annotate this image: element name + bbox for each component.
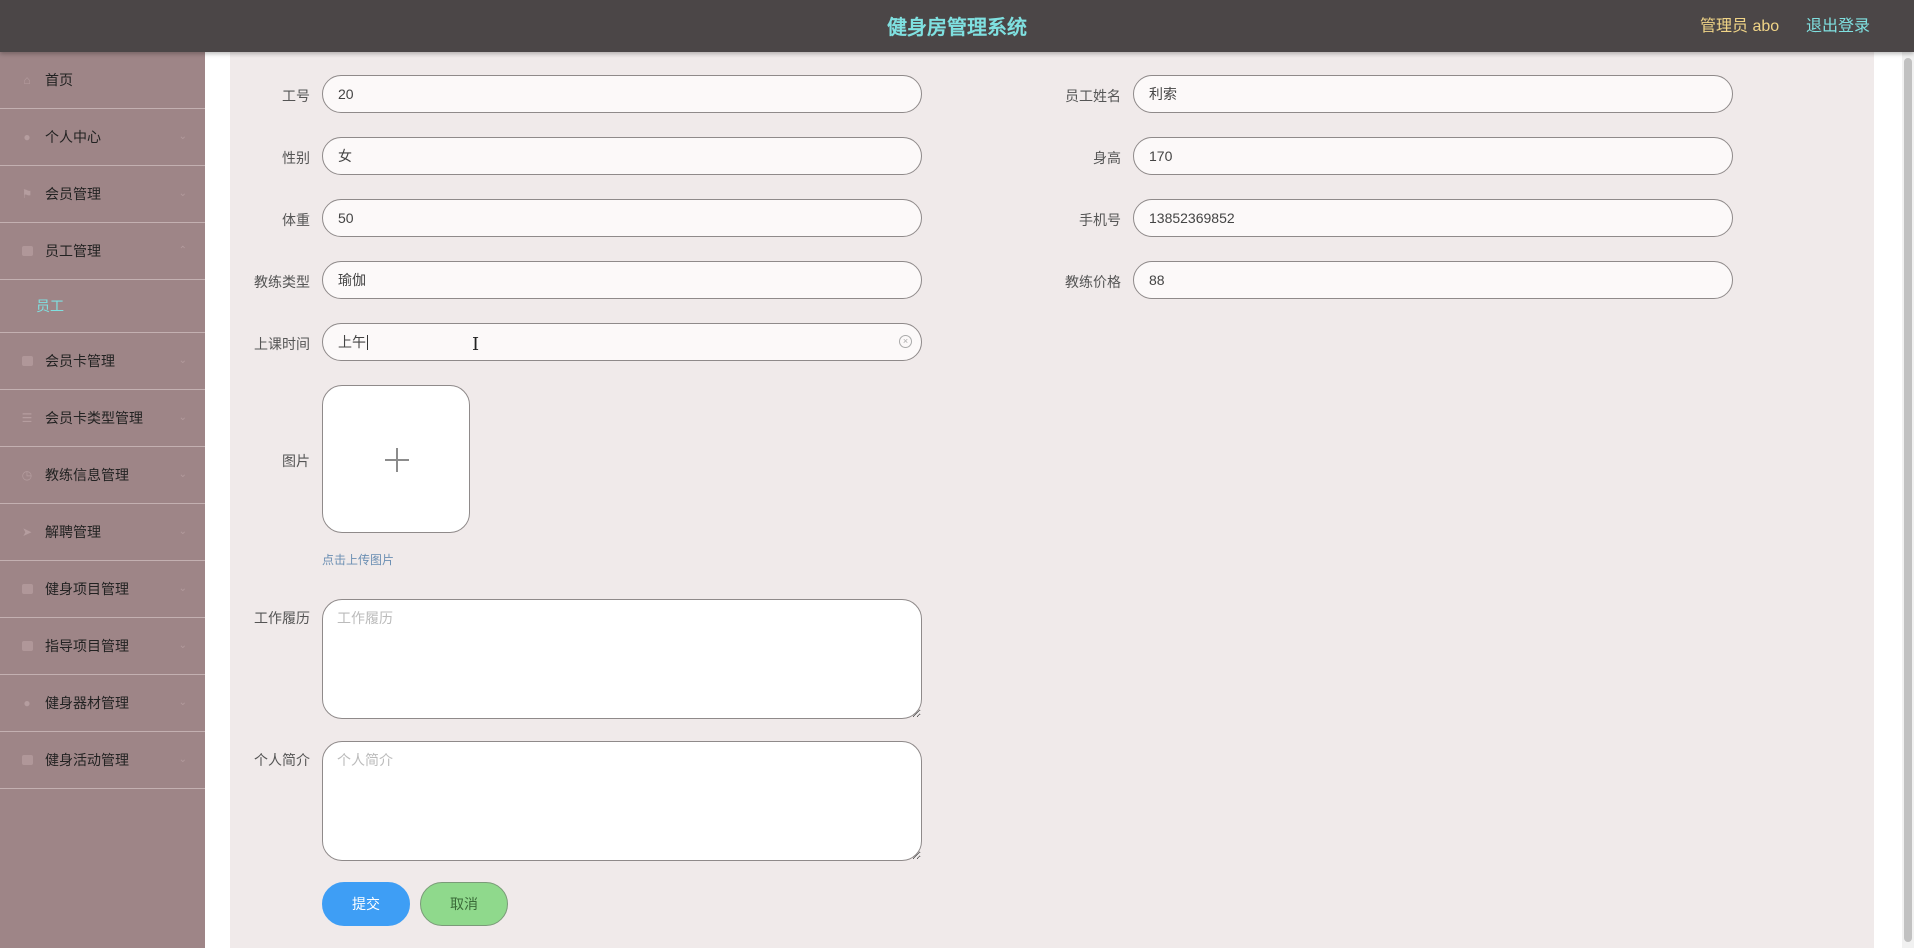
- sidebar-item-label: 首页: [45, 72, 73, 88]
- user-icon: ●: [23, 130, 31, 144]
- height-value: 170: [1149, 148, 1173, 164]
- submit-button[interactable]: 提交: [322, 882, 410, 926]
- coach-type-input[interactable]: 瑜伽: [322, 261, 922, 299]
- gender-value: 女: [338, 148, 352, 164]
- height-label: 身高: [1093, 150, 1121, 166]
- employee-id-label: 工号: [282, 88, 310, 104]
- coach-price-value: 88: [1149, 272, 1165, 288]
- employee-name-label: 员工姓名: [1065, 88, 1121, 104]
- coach-price-label: 教练价格: [1065, 274, 1121, 290]
- work-history-textarea[interactable]: [322, 599, 922, 719]
- chevron-down-icon: ⌄: [178, 583, 187, 594]
- sidebar-item-profile[interactable]: ● 个人中心 ⌄: [0, 109, 205, 166]
- employee-id-value: 20: [338, 86, 354, 102]
- home-icon: ⌂: [23, 73, 31, 87]
- picture-icon: [20, 582, 34, 596]
- coach-type-value: 瑜伽: [338, 272, 366, 288]
- weight-input[interactable]: 50: [322, 199, 922, 237]
- chevron-down-icon: ⌄: [178, 526, 187, 537]
- work-history-label: 工作履历: [254, 610, 310, 626]
- page-scrollbar[interactable]: [1902, 52, 1914, 948]
- employee-id-input[interactable]: 20: [322, 75, 922, 113]
- clock-icon: ◷: [21, 468, 33, 482]
- cancel-button[interactable]: 取消: [420, 882, 508, 926]
- top-bar: 健身房管理系统 管理员 abo 退出登录: [0, 0, 1914, 52]
- coach-type-label: 教练类型: [254, 274, 310, 290]
- employee-name-input[interactable]: 利索: [1133, 75, 1733, 113]
- sidebar-item-label: 健身项目管理: [45, 581, 129, 597]
- sidebar-item-members[interactable]: ⚑ 会员管理 ⌄: [0, 166, 205, 223]
- sidebar-item-label: 个人中心: [45, 129, 101, 145]
- sidebar-item-label: 会员卡管理: [45, 353, 115, 369]
- weight-label: 体重: [282, 212, 310, 228]
- employee-name-value: 利索: [1149, 86, 1177, 102]
- clear-icon[interactable]: ×: [899, 335, 912, 348]
- chevron-down-icon: ⌄: [178, 640, 187, 651]
- sidebar-item-label: 会员卡类型管理: [45, 410, 143, 426]
- personal-intro-textarea[interactable]: [322, 741, 922, 861]
- text-cursor-icon: I: [472, 334, 480, 355]
- chevron-down-icon: ⌄: [178, 754, 187, 765]
- flag-icon: ⚑: [21, 187, 33, 201]
- upload-hint: 点击上传图片: [322, 553, 395, 567]
- class-time-input[interactable]: 上午 ×: [322, 323, 922, 361]
- personal-intro-label: 个人简介: [254, 752, 310, 768]
- sidebar-item-card-types[interactable]: ☰ 会员卡类型管理 ⌄: [0, 390, 205, 447]
- sidebar-item-staff[interactable]: 员工管理 ⌃: [0, 223, 205, 280]
- weight-value: 50: [338, 210, 354, 226]
- text-caret: [367, 334, 368, 350]
- admin-user: 管理员 abo: [1700, 18, 1780, 35]
- sidebar-item-label: 教练信息管理: [45, 467, 129, 483]
- sidebar-item-label: 会员管理: [45, 186, 101, 202]
- sidebar-item-equipment[interactable]: ● 健身器材管理 ⌄: [0, 675, 205, 732]
- sidebar-item-label: 员工管理: [45, 243, 101, 259]
- sidebar-item-member-cards[interactable]: 会员卡管理 ⌄: [0, 333, 205, 390]
- sidebar-item-label: 解聘管理: [45, 524, 101, 540]
- sidebar-item-label: 健身活动管理: [45, 752, 129, 768]
- send-icon: ➤: [21, 525, 33, 539]
- sidebar-item-coaches[interactable]: ◷ 教练信息管理 ⌄: [0, 447, 205, 504]
- card-icon: [20, 354, 34, 368]
- phone-label: 手机号: [1079, 212, 1121, 228]
- class-time-label: 上课时间: [254, 336, 310, 352]
- logout-link[interactable]: 退出登录: [1806, 12, 1870, 36]
- sidebar: ⌂ 首页 ● 个人中心 ⌄ ⚑ 会员管理 ⌄ 员工管理 ⌃ 员工 会员卡管理 ⌄…: [0, 52, 205, 948]
- chevron-down-icon: ⌄: [178, 131, 187, 142]
- person-icon: ●: [23, 696, 31, 710]
- list-icon: ☰: [21, 411, 33, 425]
- sidebar-subitem-staff[interactable]: 员工: [0, 280, 205, 333]
- chat-icon: [20, 244, 34, 258]
- gender-label: 性别: [282, 150, 310, 166]
- sidebar-item-activities[interactable]: 健身活动管理 ⌄: [0, 732, 205, 789]
- image-upload-area[interactable]: [322, 385, 470, 533]
- phone-value: 13852369852: [1149, 210, 1235, 226]
- sidebar-item-dismissal[interactable]: ➤ 解聘管理 ⌄: [0, 504, 205, 561]
- chevron-down-icon: ⌄: [178, 188, 187, 199]
- folder-icon: [20, 753, 34, 767]
- sidebar-subitem-label: 员工: [36, 298, 64, 314]
- phone-input[interactable]: 13852369852: [1133, 199, 1733, 237]
- image-label: 图片: [282, 453, 310, 469]
- sidebar-item-label: 指导项目管理: [45, 638, 129, 654]
- chevron-down-icon: ⌄: [178, 355, 187, 366]
- chevron-down-icon: ⌄: [178, 469, 187, 480]
- coach-price-input[interactable]: 88: [1133, 261, 1733, 299]
- scrollbar-thumb[interactable]: [1904, 58, 1912, 942]
- book-icon: [20, 639, 34, 653]
- app-title: 健身房管理系统: [887, 17, 1027, 39]
- chevron-up-icon: ⌃: [178, 245, 187, 256]
- chevron-down-icon: ⌄: [178, 412, 187, 423]
- class-time-value: 上午: [338, 334, 366, 350]
- sidebar-item-home[interactable]: ⌂ 首页: [0, 52, 205, 109]
- height-input[interactable]: 170: [1133, 137, 1733, 175]
- gender-input[interactable]: 女: [322, 137, 922, 175]
- sidebar-item-guidance-projects[interactable]: 指导项目管理 ⌄: [0, 618, 205, 675]
- sidebar-item-fitness-projects[interactable]: 健身项目管理 ⌄: [0, 561, 205, 618]
- sidebar-item-label: 健身器材管理: [45, 695, 129, 711]
- plus-icon-vertical: [396, 448, 398, 472]
- chevron-down-icon: ⌄: [178, 697, 187, 708]
